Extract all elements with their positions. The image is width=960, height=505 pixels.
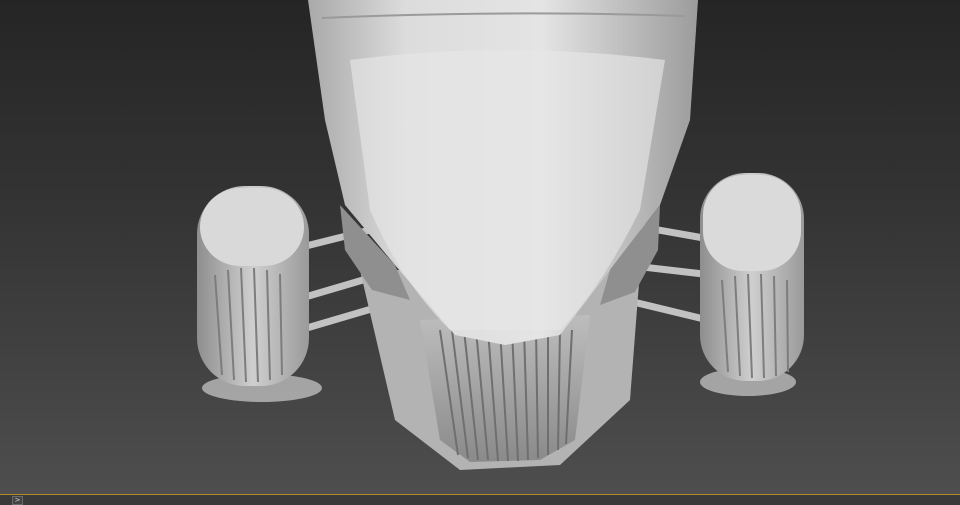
timeline-toggle-button[interactable]: > (12, 496, 23, 505)
timeline-bar[interactable]: > (0, 494, 960, 505)
left-front-wheel (197, 186, 309, 386)
3d-viewport[interactable] (0, 0, 960, 494)
right-front-wheel (700, 173, 804, 381)
car-model-render (197, 0, 804, 470)
